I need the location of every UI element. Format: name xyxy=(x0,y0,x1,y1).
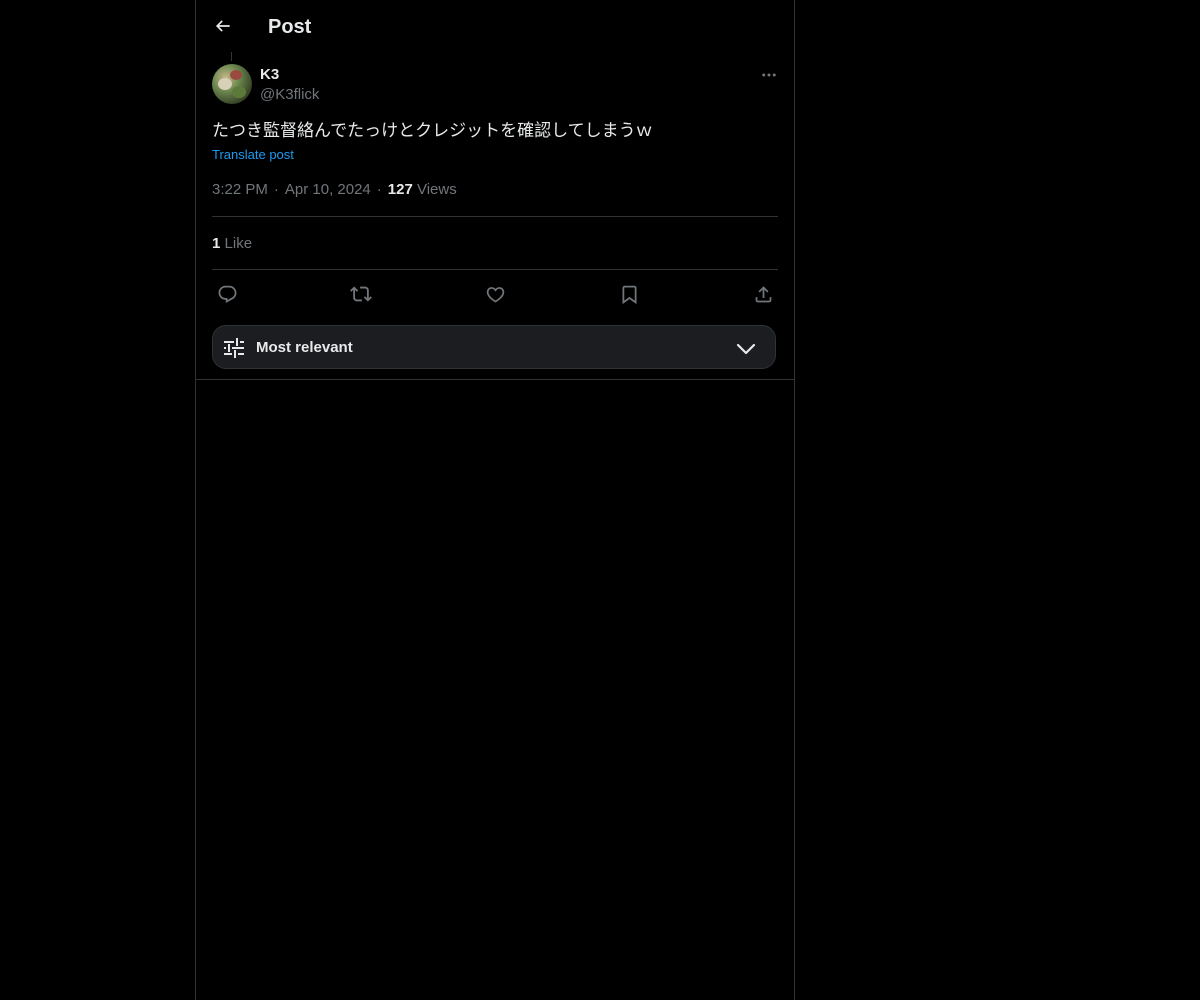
section-divider xyxy=(196,379,794,380)
avatar[interactable] xyxy=(212,64,252,104)
like-icon xyxy=(485,284,506,305)
more-options-button[interactable] xyxy=(756,64,782,86)
likes-label: Like xyxy=(224,235,253,252)
post-date[interactable]: Apr 10, 2024 xyxy=(285,181,371,198)
chevron-down-icon xyxy=(735,338,757,360)
views-count: 127 xyxy=(387,181,413,198)
author-display-name[interactable]: K3 xyxy=(260,66,279,84)
arrow-left-icon xyxy=(213,16,233,36)
thread-connector xyxy=(231,52,232,61)
page-title: Post xyxy=(268,16,312,38)
author-handle[interactable]: @K3flick xyxy=(260,86,319,104)
share-button[interactable] xyxy=(748,280,778,308)
repost-button[interactable] xyxy=(346,280,376,308)
share-icon xyxy=(753,284,774,305)
reply-icon xyxy=(217,284,238,305)
bookmark-icon xyxy=(619,284,640,305)
likes-stat[interactable]: 1 Like xyxy=(212,234,252,254)
reply-button[interactable] xyxy=(212,280,242,308)
sliders-icon xyxy=(223,337,245,359)
translate-post-link[interactable]: Translate post xyxy=(212,146,294,164)
post-meta: 3:22 PM · Apr 10, 2024 · 127 Views xyxy=(212,180,457,200)
divider xyxy=(212,216,778,217)
post-text: たつき監督絡んでたっけとクレジットを確認してしまうｗ xyxy=(212,121,653,140)
separator-dot: · xyxy=(376,181,382,198)
replies-sort-dropdown[interactable]: Most relevant xyxy=(212,325,776,369)
bookmark-button[interactable] xyxy=(614,280,644,308)
repost-icon xyxy=(350,283,372,305)
page-header: Post xyxy=(196,0,794,53)
back-button[interactable] xyxy=(206,9,240,43)
more-horizontal-icon xyxy=(760,66,778,84)
sort-label: Most relevant xyxy=(256,339,353,356)
like-button[interactable] xyxy=(480,280,510,308)
likes-count: 1 xyxy=(212,235,221,252)
views-label: Views xyxy=(416,181,457,198)
primary-column: Post K3 @K3flick たつき監督絡んでたっけとクレジットを確認してし… xyxy=(195,0,795,1000)
divider xyxy=(212,269,778,270)
separator-dot: · xyxy=(273,181,279,198)
post-time[interactable]: 3:22 PM xyxy=(212,181,268,198)
